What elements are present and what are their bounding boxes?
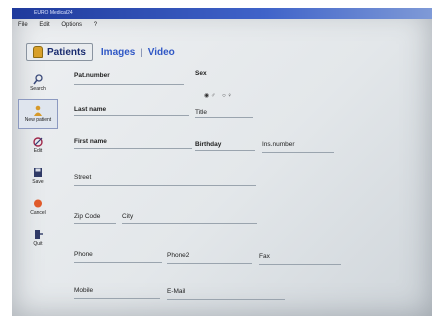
menu-file[interactable]: File [18, 22, 28, 28]
title-bar: EURO Medical24 [12, 8, 432, 19]
phone2-field[interactable] [167, 263, 252, 264]
menu-options[interactable]: Options [61, 22, 82, 28]
new-patient-icon [32, 105, 44, 116]
title-label: Title [195, 109, 208, 116]
menu-help[interactable]: ? [94, 22, 97, 28]
save-button[interactable]: Save [18, 161, 58, 191]
quit-icon [32, 229, 44, 240]
tab-patients-label: Patients [47, 46, 86, 58]
patients-icon [33, 46, 43, 58]
pat-number-field[interactable] [74, 84, 184, 85]
cancel-button[interactable]: Cancel [18, 192, 58, 222]
tab-images[interactable]: Images [101, 47, 135, 58]
street-field[interactable] [74, 185, 256, 186]
application-window: EURO Medical24 File Edit Options ? Patie… [12, 8, 432, 316]
birthday-label: Birthday [195, 141, 222, 148]
cancel-label: Cancel [30, 210, 46, 216]
new-patient-button[interactable]: New patient [18, 99, 58, 129]
last-name-label: Last name [74, 106, 107, 113]
female-symbol: ♀ [227, 93, 232, 99]
title-field[interactable] [195, 117, 253, 118]
fax-label: Fax [259, 253, 270, 260]
tab-patients[interactable]: Patients [26, 43, 93, 61]
sex-female-radio[interactable]: ○ ♀ [222, 93, 232, 99]
city-label: City [122, 213, 134, 220]
phone2-label: Phone2 [167, 252, 190, 259]
zip-code-field[interactable] [74, 223, 116, 224]
city-field[interactable] [122, 223, 257, 224]
phone-field[interactable] [74, 262, 162, 263]
quit-label: Quit [33, 241, 43, 247]
tab-video[interactable]: Video [148, 47, 175, 58]
window-title: EURO Medical24 [34, 10, 73, 16]
search-label: Search [30, 86, 46, 92]
new-patient-label: New patient [24, 117, 52, 123]
menu-edit[interactable]: Edit [39, 22, 49, 28]
save-label: Save [32, 179, 44, 185]
zip-code-label: Zip Code [74, 213, 101, 220]
email-label: E-Mail [167, 288, 186, 295]
cancel-icon [32, 198, 44, 209]
pat-number-label: Pat.number [74, 72, 110, 79]
fax-field[interactable] [259, 264, 341, 265]
menu-bar: File Edit Options ? [12, 19, 432, 31]
mobile-field[interactable] [74, 298, 160, 299]
tab-separator: | [140, 47, 143, 57]
disk-icon [32, 167, 44, 178]
mobile-label: Mobile [74, 287, 94, 294]
male-symbol: ♂ [210, 93, 216, 99]
ins-number-label: Ins.number [262, 141, 295, 148]
sex-male-radio[interactable]: ◉ ♂ [204, 93, 215, 99]
street-label: Street [74, 174, 92, 181]
edit-icon [32, 136, 44, 147]
magnifier-icon [32, 74, 44, 85]
ins-number-field[interactable] [262, 152, 334, 153]
email-field[interactable] [167, 299, 285, 300]
phone-label: Phone [74, 251, 93, 258]
sex-label: Sex [195, 70, 207, 77]
sidebar: Search New patient Edit Save Cancel Quit [18, 68, 58, 254]
last-name-field[interactable] [74, 115, 189, 116]
tab-bar: Patients Images | Video [26, 42, 175, 62]
quit-button[interactable]: Quit [18, 223, 58, 253]
search-button[interactable]: Search [18, 68, 58, 98]
first-name-field[interactable] [74, 148, 192, 149]
birthday-field[interactable] [195, 150, 255, 151]
first-name-label: First name [74, 138, 107, 145]
edit-button[interactable]: Edit [18, 130, 58, 160]
edit-label: Edit [33, 148, 43, 154]
sex-radio-group: ◉ ♂ ○ ♀ [204, 92, 232, 99]
